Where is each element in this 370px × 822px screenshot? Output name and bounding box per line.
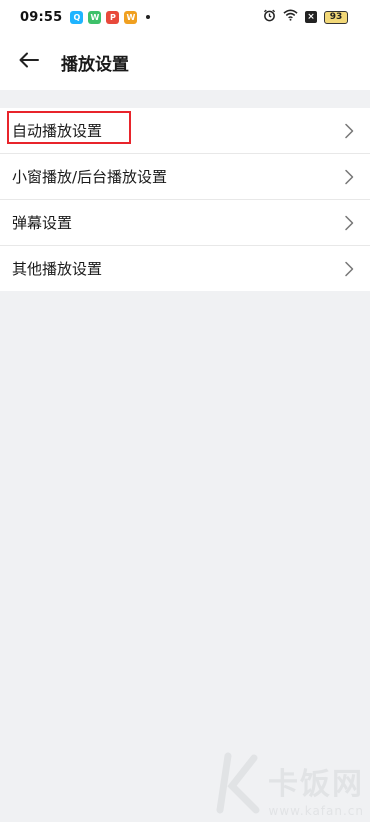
alarm-icon [263,9,276,26]
settings-item-label: 弹幕设置 [12,214,73,232]
chevron-right-icon [345,215,354,230]
back-button[interactable] [9,42,49,82]
settings-item-autoplay[interactable]: 自动播放设置 [0,108,370,154]
back-arrow-icon [19,52,39,72]
chevron-right-icon [345,123,354,138]
status-bar: 09:55 Q W P W × 93 [0,0,370,34]
wechat-icon: W [88,10,102,24]
watermark-brand: 卡饭网 [268,767,364,802]
system-icons: × 93 [263,9,348,26]
settings-item-label: 小窗播放/后台播放设置 [12,168,168,186]
notification-icons: Q W P W [70,10,151,24]
status-time: 09:55 [20,9,63,25]
no-sim-icon: × [305,11,317,23]
settings-item-other[interactable]: 其他播放设置 [0,246,370,291]
battery-indicator: 93 [324,10,348,24]
chevron-right-icon [345,261,354,276]
qq-icon: Q [70,10,84,24]
watermark-logo-icon [214,752,262,818]
settings-item-mini-window[interactable]: 小窗播放/后台播放设置 [0,154,370,200]
settings-item-label: 其他播放设置 [12,260,103,278]
chevron-right-icon [345,169,354,184]
settings-item-label: 自动播放设置 [12,122,103,140]
pinduoduo-icon: P [106,10,120,24]
settings-list: 自动播放设置 小窗播放/后台播放设置 弹幕设置 其他播放设置 [0,108,370,291]
settings-item-danmaku[interactable]: 弹幕设置 [0,200,370,246]
watermark: 卡饭网 www.kafan.cn [214,752,364,818]
watermark-text: 卡饭网 www.kafan.cn [268,767,364,819]
watermark-domain: www.kafan.cn [268,804,364,818]
app-header: 播放设置 [0,34,370,90]
more-notifications-icon [146,15,151,19]
wifi-icon [283,9,298,25]
page-title: 播放设置 [61,54,129,75]
weibo-icon: W [124,10,138,24]
